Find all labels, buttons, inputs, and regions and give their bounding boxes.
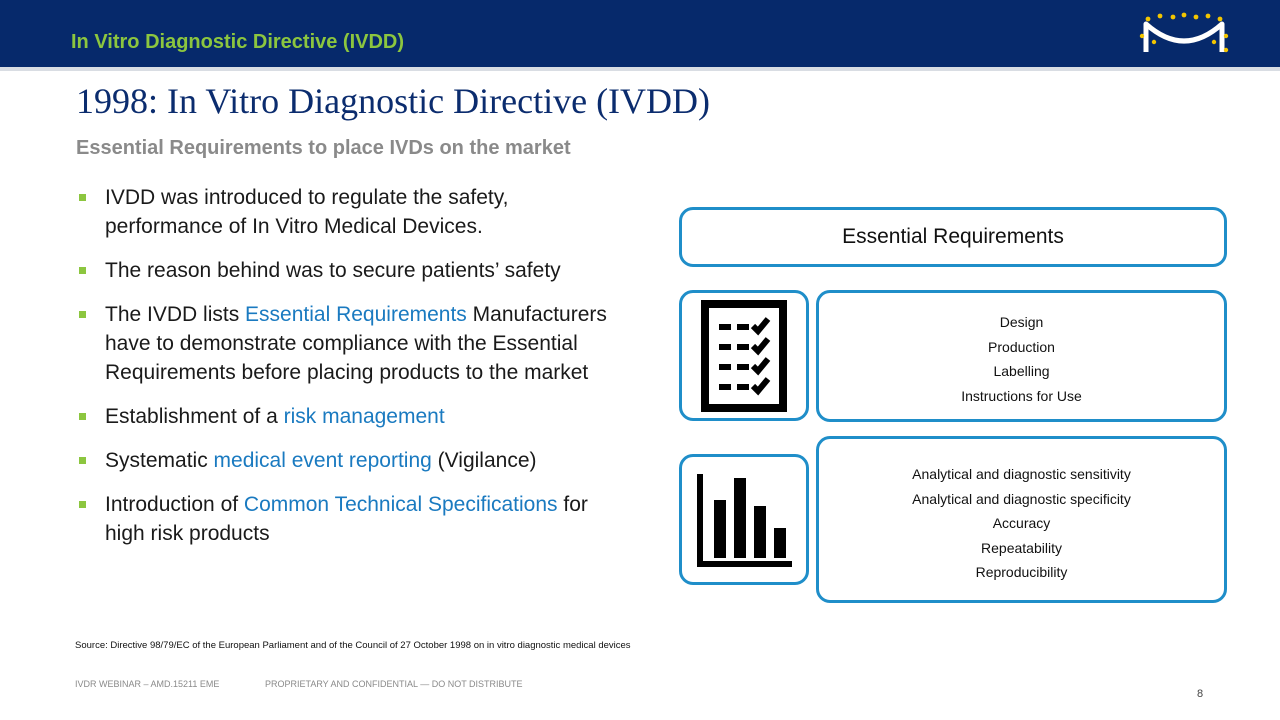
page-number: 8	[1197, 688, 1204, 700]
requirement-item: Accuracy	[992, 515, 1051, 531]
requirement-item: Analytical and diagnostic sensitivity	[912, 466, 1131, 482]
footer-left: IVDR WEBINAR – AMD.15211 EME	[75, 679, 220, 689]
footer-confidential: PROPRIETARY AND CONFIDENTIAL — DO NOT DI…	[265, 679, 523, 689]
highlighted-term: Essential Requirements	[245, 303, 467, 326]
requirement-item: Repeatability	[981, 539, 1062, 556]
bullet-marker-icon	[79, 194, 86, 201]
checklist-icon-box	[679, 290, 809, 421]
requirement-item: Labelling	[993, 363, 1050, 379]
bar-chart-icon-box	[679, 454, 809, 585]
header-bar: In Vitro Diagnostic Directive (IVDD)	[0, 0, 1280, 67]
highlighted-term: risk management	[283, 405, 445, 428]
essential-requirements-header: Essential Requirements	[679, 207, 1227, 267]
requirement-item: Reproducibility	[975, 564, 1068, 580]
header-title: In Vitro Diagnostic Directive (IVDD)	[71, 31, 405, 53]
bullet-text: (Vigilance)	[431, 449, 537, 472]
bullet-item: Establishment of a risk management	[76, 402, 616, 431]
bullet-marker-icon	[79, 457, 86, 464]
requirements-list-2: Analytical and diagnostic sensitivity Ana…	[819, 462, 1224, 585]
bullet-text: Establishment of a	[105, 405, 284, 428]
requirements-list-1: Design Production Labelling Instructions fo…	[819, 310, 1224, 408]
bar-chart-icon	[697, 473, 792, 567]
bullet-marker-icon	[79, 267, 86, 274]
bullet-text: Introduction of	[105, 493, 244, 516]
bullet-item: Systematic medical event reporting (Vigi…	[76, 446, 616, 475]
highlighted-term: Common Technical Specifications	[243, 493, 558, 516]
logo-icon	[1139, 12, 1229, 53]
source-note: Source: Directive 98/79/EC of the Europe…	[75, 640, 631, 651]
bullet-item: IVDD was introduced to regulate the safe…	[76, 183, 616, 241]
bullet-text: The IVDD lists	[105, 303, 246, 326]
requirement-item: Analytical and diagnostic specificity	[912, 490, 1131, 507]
essential-requirements-title: Essential Requirements	[842, 225, 1064, 248]
bullet-text: The reason behind was to secure patients…	[105, 259, 561, 282]
bullet-list: IVDD was introduced to regulate the safe…	[76, 183, 616, 563]
requirements-group-2: Analytical and diagnostic sensitivity Ana…	[816, 436, 1227, 603]
bullet-item: The reason behind was to secure patients…	[76, 256, 616, 285]
slide-title: 1998: In Vitro Diagnostic Directive (IVD…	[76, 81, 711, 121]
requirements-group-1: Design Production Labelling Instructions fo…	[816, 290, 1227, 422]
slide-subtitle: Essential Requirements to place IVDs on …	[76, 137, 571, 159]
bullet-marker-icon	[79, 311, 86, 318]
bullet-marker-icon	[79, 413, 86, 420]
requirement-item: Instructions for Use	[961, 387, 1082, 404]
header-divider	[0, 67, 1280, 71]
bullet-item: The IVDD lists Essential Requirements Ma…	[76, 300, 616, 387]
bullet-marker-icon	[79, 501, 86, 508]
requirement-item: Design	[999, 314, 1044, 330]
bullet-text: IVDD was introduced to regulate the safe…	[105, 186, 509, 238]
bullet-item: Introduction of Common Technical Specifi…	[76, 490, 616, 548]
bullet-text: Systematic	[105, 449, 214, 472]
highlighted-term: medical event reporting	[213, 449, 432, 472]
requirement-item: Production	[988, 338, 1055, 355]
checklist-icon	[701, 299, 787, 412]
